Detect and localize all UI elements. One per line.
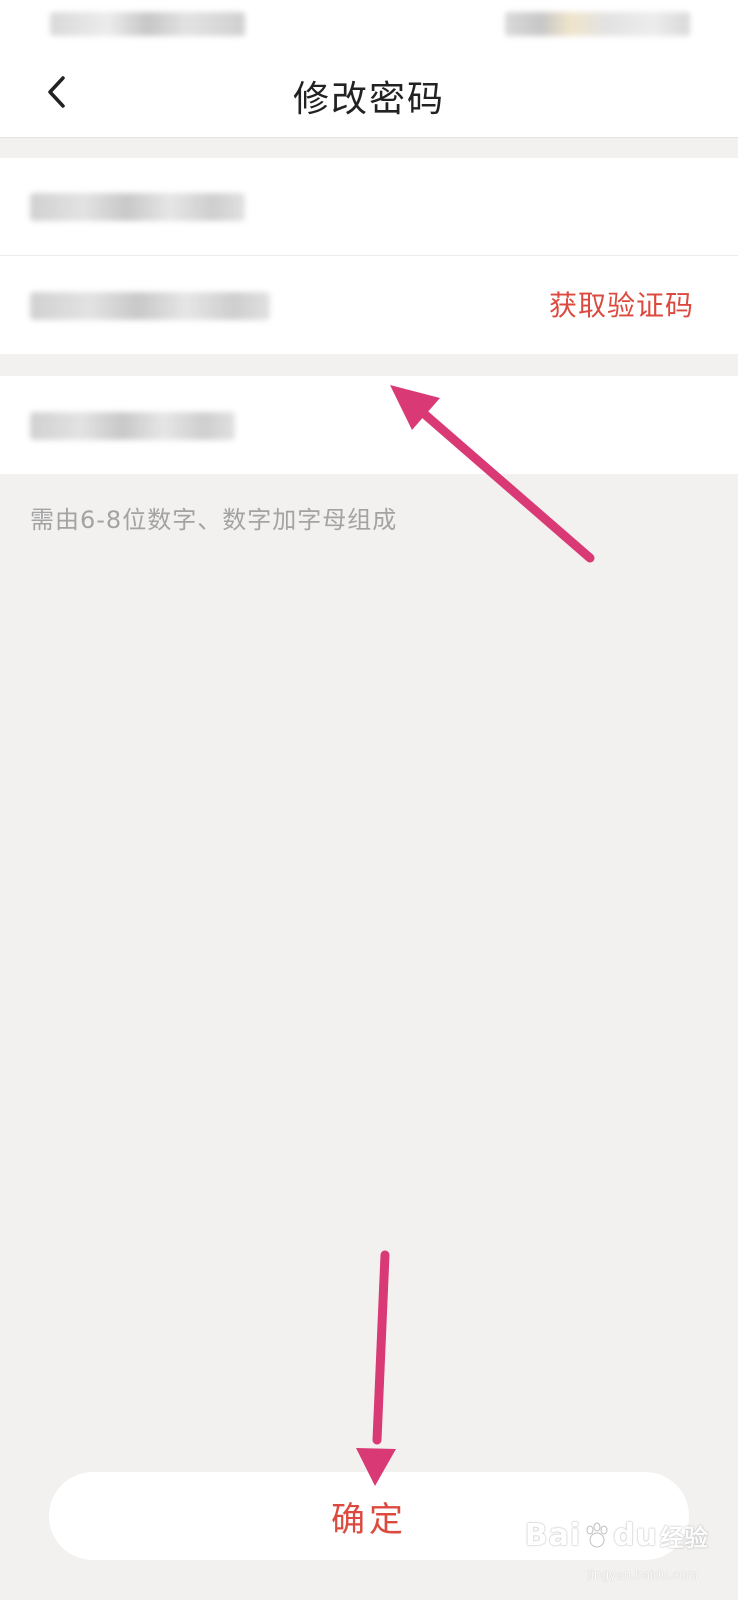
watermark-brand-cn: 经验 (660, 1524, 708, 1552)
verification-code-row: 获取验证码 (0, 256, 738, 354)
password-form-group (0, 376, 738, 474)
verification-form-group: 获取验证码 (0, 158, 738, 354)
watermark-brand: Bai (524, 1518, 582, 1553)
get-verification-code-button[interactable]: 获取验证码 (549, 284, 694, 324)
new-password-row (0, 376, 738, 474)
password-hint: 需由6-8位数字、数字加字母组成 (30, 506, 398, 534)
status-bar-left-blur (50, 12, 245, 36)
new-password-input[interactable] (24, 400, 716, 450)
app-header: 修改密码 (0, 48, 738, 138)
paw-icon (586, 1522, 608, 1547)
status-bar-right-blur (505, 12, 690, 36)
phone-input[interactable] (24, 182, 716, 232)
page-title: 修改密码 (292, 79, 445, 120)
arrow-to-confirm-button (356, 1250, 396, 1486)
watermark-url: jingyan.baidu.com (587, 1568, 698, 1582)
phone-row (0, 158, 738, 256)
status-bar (0, 0, 738, 48)
watermark-brand-suffix: du (613, 1518, 658, 1553)
baidu-jingyan-watermark: Bai du 经验 (525, 1518, 708, 1553)
verification-code-input[interactable] (24, 280, 536, 330)
